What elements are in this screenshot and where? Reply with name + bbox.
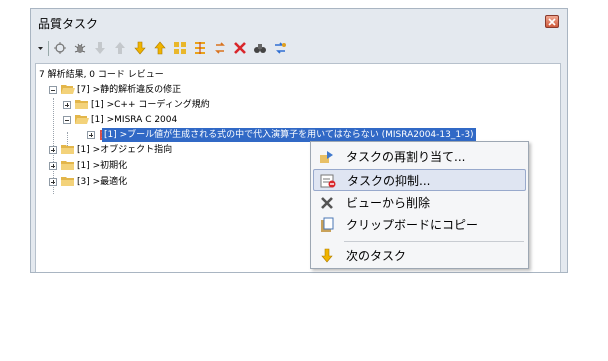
folder-icon: [61, 160, 75, 171]
menu-item-suppress-task[interactable]: タスクの抑制...: [313, 169, 526, 191]
expand-toggle-icon[interactable]: [49, 178, 57, 186]
delete-icon[interactable]: [233, 41, 247, 55]
arrow-down-gray-icon[interactable]: [93, 41, 107, 55]
expand-toggle-icon[interactable]: [63, 101, 71, 109]
menu-item-label: 次のタスク: [346, 249, 407, 263]
menu-item-label: タスクの再割り当て...: [346, 150, 466, 164]
menu-item-label: タスクの抑制...: [347, 174, 431, 188]
tree-item-label: [1] >C++ コーディング規約: [91, 100, 210, 110]
menu-item-next-task[interactable]: 次のタスク: [313, 245, 526, 267]
bug-icon[interactable]: [73, 41, 87, 55]
next-arrow-icon: [319, 248, 335, 264]
tree-summary: 7 解析結果, 0 コード レビュー: [39, 70, 164, 80]
menu-item-label: クリップボードにコピー: [346, 218, 479, 232]
folder-icon: [61, 144, 75, 155]
arrow-down-icon[interactable]: [133, 41, 147, 55]
toolbar-separator: [48, 41, 49, 56]
task-filter-icon[interactable]: [53, 41, 67, 55]
tree-item-label: [1] >MISRA C 2004: [91, 115, 178, 125]
dropdown-arrow-icon[interactable]: [37, 41, 45, 55]
settings-icon[interactable]: [273, 41, 287, 55]
remove-x-icon: [319, 195, 335, 211]
tree-item-label: [1] >オブジェクト指向: [77, 145, 173, 155]
open-folder-icon: [75, 114, 89, 125]
menu-item-reassign-task[interactable]: タスクの再割り当て...: [313, 146, 526, 168]
menu-item-remove-from-view[interactable]: ビューから削除: [313, 192, 526, 214]
copy-icon: [319, 217, 335, 233]
arrow-up-gray-icon[interactable]: [113, 41, 127, 55]
expand-all-icon[interactable]: [173, 41, 187, 55]
arrow-up-icon[interactable]: [153, 41, 167, 55]
panel-titlebar: 品質タスク: [31, 9, 567, 35]
folder-icon: [61, 176, 75, 187]
expand-toggle-icon[interactable]: [49, 146, 57, 154]
folder-icon: [75, 99, 89, 110]
collapse-toggle-icon[interactable]: [49, 86, 57, 94]
find-icon[interactable]: [253, 41, 267, 55]
tree-root-label: [7] >静的解析違反の修正: [77, 85, 182, 95]
open-folder-icon: [61, 84, 75, 95]
collapse-toggle-icon[interactable]: [63, 116, 71, 124]
menu-item-label: ビューから削除: [346, 196, 431, 210]
menu-item-copy-to-clipboard[interactable]: クリップボードにコピー: [313, 214, 526, 236]
refresh-icon[interactable]: [213, 41, 227, 55]
expand-toggle-icon[interactable]: [87, 131, 95, 139]
context-menu: タスクの再割り当て... タスクの抑制... ビューから削除 クリップボードにコ…: [310, 141, 529, 269]
suppress-icon: [320, 173, 336, 189]
reassign-icon: [319, 149, 335, 165]
panel-title: 品質タスク: [38, 17, 99, 31]
close-icon[interactable]: [545, 15, 559, 28]
tree-item-label: [3] >最適化: [77, 177, 128, 187]
toolbar: [35, 38, 563, 60]
selected-task-label[interactable]: [1] >ブール値が生成される式の中で代入演算子を用いてはならない (MISRA…: [102, 128, 476, 142]
menu-separator: [344, 241, 524, 242]
collapse-all-icon[interactable]: [193, 41, 207, 55]
expand-toggle-icon[interactable]: [49, 162, 57, 170]
tree-item-label: [1] >初期化: [77, 161, 128, 171]
